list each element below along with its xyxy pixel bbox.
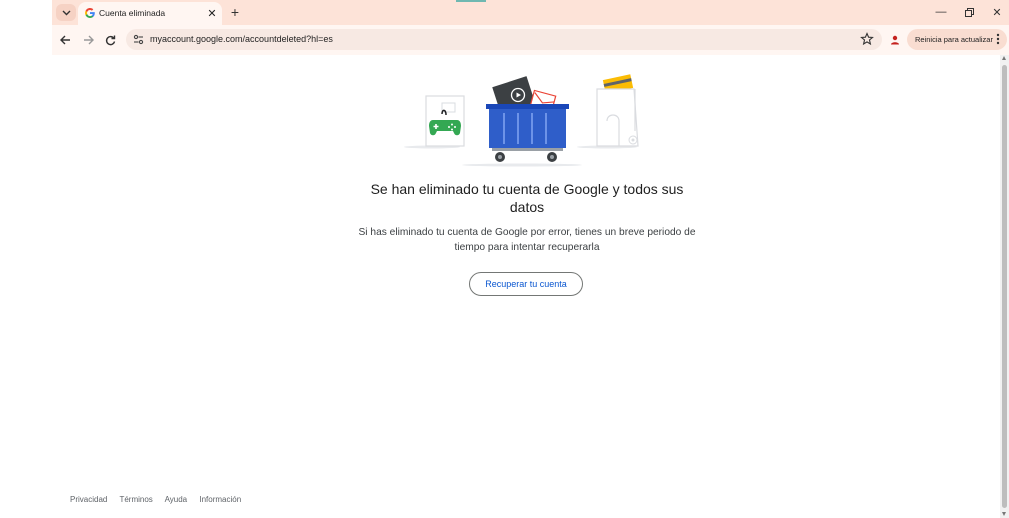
trash-bin-illustration [404, 74, 639, 167]
tab-strip: Cuenta eliminada ✕ + — ✕ [52, 0, 1009, 25]
shopping-bag-icon [596, 88, 639, 147]
vertical-scrollbar[interactable] [1000, 55, 1009, 518]
tab-title: Cuenta eliminada [99, 8, 166, 18]
tab-search-button[interactable] [56, 4, 76, 21]
tab-active[interactable]: Cuenta eliminada ✕ [78, 2, 222, 25]
page-title: Se han eliminado tu cuenta de Google y t… [370, 181, 684, 215]
chevron-down-icon [62, 10, 70, 15]
footer: Privacidad Términos Ayuda Información [70, 495, 251, 504]
site-info-icon[interactable] [132, 33, 145, 46]
more-vert-icon [996, 33, 1000, 45]
google-g-icon [85, 8, 95, 18]
footer-link-privacy[interactable]: Privacidad [70, 495, 107, 504]
close-tab-icon[interactable]: ✕ [205, 6, 219, 20]
page-content: Se han eliminado tu cuenta de Google y t… [52, 55, 1000, 518]
toolbar: myaccount.google.com/accountdeleted?hl=e… [52, 25, 1009, 55]
scroll-down-arrow-icon[interactable] [1002, 512, 1006, 516]
forward-button[interactable] [79, 31, 97, 49]
relaunch-label: Reinicia para actualizar [915, 35, 993, 44]
reload-button[interactable] [101, 31, 119, 49]
reload-icon [105, 35, 115, 45]
minimize-icon[interactable]: — [930, 4, 952, 20]
browser-chrome: Cuenta eliminada ✕ + — ✕ myaccount.googl… [52, 0, 1009, 55]
arrow-left-icon [59, 35, 70, 45]
address-bar[interactable]: myaccount.google.com/accountdeleted?hl=e… [126, 29, 882, 50]
back-button[interactable] [56, 31, 74, 49]
url-text: myaccount.google.com/accountdeleted?hl=e… [150, 34, 333, 44]
recover-account-button[interactable]: Recuperar tu cuenta [469, 272, 583, 296]
footer-link-about[interactable]: Información [199, 495, 241, 504]
footer-link-help[interactable]: Ayuda [165, 495, 188, 504]
page-description: Si has eliminado tu cuenta de Google por… [358, 227, 696, 253]
arrow-right-icon [83, 35, 94, 45]
close-window-icon[interactable]: ✕ [986, 4, 1008, 20]
new-tab-button[interactable]: + [227, 4, 243, 20]
scrollbar-thumb[interactable] [1002, 65, 1007, 508]
restore-icon[interactable] [958, 4, 980, 20]
relaunch-to-update-button[interactable]: Reinicia para actualizar [907, 29, 1007, 50]
window-accent [456, 0, 486, 2]
bookmark-star-icon[interactable] [860, 32, 874, 46]
footer-link-terms[interactable]: Términos [119, 495, 152, 504]
profile-button[interactable] [886, 31, 904, 49]
person-icon [891, 35, 899, 45]
scroll-up-arrow-icon[interactable] [1002, 56, 1006, 60]
left-margin [0, 0, 52, 518]
